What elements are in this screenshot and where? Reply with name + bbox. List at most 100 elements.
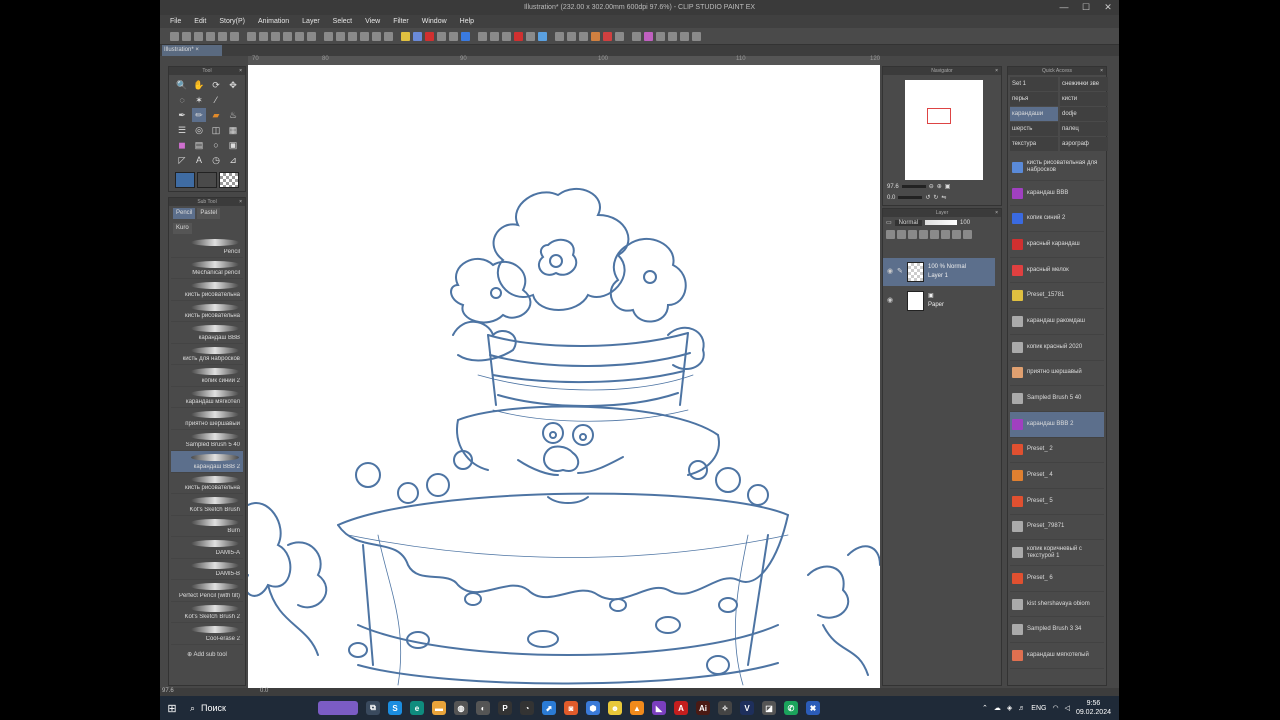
menu-help[interactable]: Help — [460, 18, 474, 25]
opacity-value[interactable]: 100 — [960, 220, 970, 226]
eye-icon[interactable]: ◉ — [887, 296, 893, 304]
command-icon[interactable] — [478, 31, 487, 41]
minimize-button[interactable]: — — [1053, 0, 1075, 15]
quick-access-set[interactable]: карандаши — [1010, 107, 1058, 121]
sub-color-swatch[interactable] — [197, 172, 217, 188]
correct-line-icon[interactable]: ⊿ — [226, 153, 240, 167]
app-icon-7[interactable]: ⬢ — [586, 701, 600, 715]
command-icon[interactable] — [324, 31, 333, 41]
menu-select[interactable]: Select — [333, 18, 352, 25]
quick-access-set[interactable]: текстура — [1010, 137, 1058, 151]
menu-view[interactable]: View — [365, 18, 380, 25]
command-icon[interactable] — [259, 31, 268, 41]
command-icon[interactable] — [271, 31, 280, 41]
quick-access-set[interactable]: dodje — [1060, 107, 1108, 121]
pencil-icon[interactable]: ✏ — [192, 108, 206, 122]
brush-item[interactable]: приятно шершавый — [171, 408, 243, 430]
close-icon[interactable]: × — [1100, 67, 1103, 75]
rotation-slider[interactable] — [898, 196, 923, 199]
command-icon[interactable] — [538, 31, 547, 41]
command-icon[interactable] — [360, 31, 369, 41]
rotate-left-icon[interactable]: ↺ — [925, 194, 930, 201]
command-icon[interactable] — [461, 31, 470, 41]
decoration-icon[interactable]: ◎ — [192, 123, 206, 137]
tab-kuro[interactable]: Kuro — [173, 223, 192, 234]
tab-pencil[interactable]: Pencil — [173, 208, 196, 219]
acrobat-icon[interactable]: A — [674, 701, 688, 715]
command-icon[interactable] — [526, 31, 535, 41]
magic-wand-icon[interactable]: ✶ — [192, 93, 206, 107]
rotation-value[interactable]: 0.0 — [887, 195, 895, 201]
app-icon-12[interactable]: ◪ — [762, 701, 776, 715]
new-vector-layer-icon[interactable] — [897, 230, 906, 239]
quick-access-item[interactable]: Preset_79871 — [1010, 515, 1104, 541]
volume-icon[interactable]: ◁ — [1065, 704, 1070, 712]
command-icon[interactable] — [555, 31, 564, 41]
brush-item[interactable]: Pencil — [171, 236, 243, 258]
explorer-icon[interactable]: ▬ — [432, 701, 446, 715]
brush-item[interactable]: кисть рисовательна — [171, 473, 243, 494]
command-icon[interactable] — [615, 31, 624, 41]
vlc-icon[interactable]: ▲ — [630, 701, 644, 715]
clip-icon[interactable] — [952, 230, 961, 239]
command-icon[interactable] — [348, 31, 357, 41]
frame-icon[interactable]: ▣ — [226, 138, 240, 152]
brush-item[interactable]: Burn — [171, 516, 243, 537]
balloon-icon[interactable]: ◷ — [209, 153, 223, 167]
command-icon[interactable] — [567, 31, 576, 41]
blend-mode-select[interactable]: Normal — [894, 219, 923, 226]
command-icon[interactable] — [194, 31, 203, 41]
brush-item[interactable]: Kot's Sketch Brush — [171, 494, 243, 516]
menu-story[interactable]: Story(P) — [219, 18, 245, 25]
menu-window[interactable]: Window — [422, 18, 447, 25]
quick-access-item[interactable]: копик красный 2020 — [1010, 335, 1104, 361]
zoom-icon[interactable]: 🔍 — [175, 78, 189, 92]
brush-item[interactable]: Cool-erase 2 — [171, 623, 243, 645]
quick-access-set[interactable]: шерсть — [1010, 122, 1058, 136]
quick-access-set[interactable]: Set 1 — [1010, 77, 1058, 91]
command-icon[interactable] — [490, 31, 499, 41]
app-icon-3[interactable]: P — [498, 701, 512, 715]
text-icon[interactable]: A — [192, 153, 206, 167]
app-icon-10[interactable]: ✧ — [718, 701, 732, 715]
quick-access-item[interactable]: красный мелок — [1010, 258, 1104, 284]
quick-access-item[interactable]: Preset_ 4 — [1010, 463, 1104, 489]
command-icon[interactable] — [206, 31, 215, 41]
quick-access-item[interactable]: Preset_15781 — [1010, 283, 1104, 310]
quick-access-item[interactable]: Preset_ 5 — [1010, 489, 1104, 515]
maximize-button[interactable]: ☐ — [1075, 0, 1097, 15]
command-icon[interactable] — [182, 31, 191, 41]
command-icon[interactable] — [307, 31, 316, 41]
new-raster-layer-icon[interactable] — [886, 230, 895, 239]
tray-app-icon[interactable]: ☁ — [994, 704, 1001, 712]
illustrator-icon[interactable]: Ai — [696, 701, 710, 715]
app-icon-8[interactable]: ☻ — [608, 701, 622, 715]
command-icon[interactable] — [401, 31, 410, 41]
whatsapp-icon[interactable]: ✆ — [784, 701, 798, 715]
ruler-icon[interactable]: ◸ — [175, 153, 189, 167]
new-folder-icon[interactable] — [908, 230, 917, 239]
app-icon-9[interactable]: ◣ — [652, 701, 666, 715]
command-icon[interactable] — [668, 31, 677, 41]
brush-item[interactable]: карандаш BBB — [171, 322, 243, 344]
command-icon[interactable] — [295, 31, 304, 41]
quick-access-item[interactable]: kist shershavaya obiom — [1010, 592, 1104, 618]
eraser-icon[interactable]: ◫ — [209, 123, 223, 137]
brush-icon[interactable]: ▰ — [209, 108, 223, 122]
command-icon[interactable] — [384, 31, 393, 41]
brush-item[interactable]: Perfect Pencil (with tilt) — [171, 580, 243, 602]
quick-access-item[interactable]: карандаш ракомдаш — [1010, 309, 1104, 335]
close-icon[interactable]: × — [239, 198, 242, 206]
tray-app-icon[interactable]: ◈ — [1007, 704, 1012, 712]
command-icon[interactable] — [644, 31, 653, 41]
command-icon[interactable] — [591, 31, 600, 41]
quick-access-item[interactable]: приятно шершавый — [1010, 361, 1104, 387]
clock[interactable]: 9:56 09.02.2024 — [1076, 699, 1111, 717]
command-icon[interactable] — [170, 31, 179, 41]
lock-icon[interactable] — [941, 230, 950, 239]
chevron-up-icon[interactable]: ⌃ — [982, 704, 988, 712]
edge-icon[interactable]: e — [410, 701, 424, 715]
windows-start-icon[interactable]: ⊞ — [160, 702, 184, 715]
transparent-color-swatch[interactable] — [219, 172, 239, 188]
command-icon[interactable] — [336, 31, 345, 41]
